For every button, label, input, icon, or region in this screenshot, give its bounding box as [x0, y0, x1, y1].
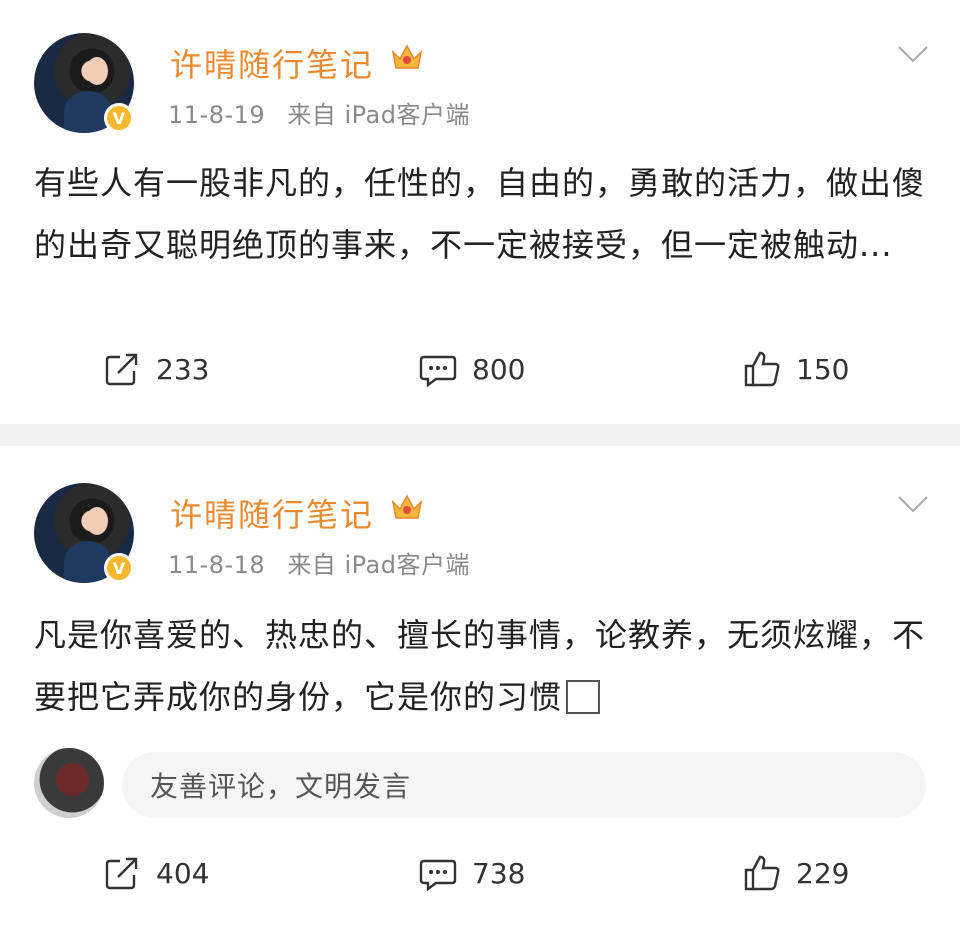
post-source: 来自 iPad客户端 [287, 551, 470, 579]
verified-badge-icon: V [104, 553, 134, 583]
post-meta: 11-8-18 来自 iPad客户端 [168, 545, 470, 580]
repost-button[interactable]: 404 [102, 848, 209, 898]
comment-button[interactable]: 800 [418, 344, 525, 394]
comment-input[interactable]: 友善评论，文明发言 [122, 752, 926, 818]
chevron-down-icon[interactable] [896, 494, 930, 514]
post-text-body: 凡是你喜爱的、热忠的、擅长的事情，论教养，无须炫耀，不要把它弄成你的身份，它是你… [34, 616, 926, 716]
post-source: 来自 iPad客户端 [287, 101, 470, 129]
comment-count: 738 [472, 856, 526, 890]
thumbs-up-icon [744, 351, 780, 387]
comment-icon [419, 859, 457, 892]
post-separator [0, 424, 960, 446]
post-actions: 233 800 150 [0, 344, 960, 394]
current-user-avatar[interactable] [34, 748, 104, 818]
chevron-down-icon[interactable] [896, 44, 930, 64]
post-meta: 11-8-19 来自 iPad客户端 [168, 95, 470, 130]
verified-badge-icon: V [104, 103, 134, 133]
post-text: 有些人有一股非凡的，任性的，自由的，勇敢的活力，做出傻的出奇又聪明绝顶的事来，不… [34, 164, 926, 264]
post-text: 凡是你喜爱的、热忠的、擅长的事情，论教养，无须炫耀，不要把它弄成你的身份，它是你… [34, 604, 934, 728]
post-time: 11-8-18 [168, 551, 266, 579]
crown-icon[interactable] [390, 492, 424, 522]
missing-glyph-icon [566, 680, 601, 714]
repost-count: 404 [156, 856, 210, 890]
repost-icon [105, 353, 138, 386]
like-count: 229 [796, 856, 850, 890]
comment-count: 800 [472, 352, 526, 386]
crown-icon[interactable] [390, 42, 424, 72]
repost-icon [105, 857, 138, 890]
like-button[interactable]: 229 [742, 848, 849, 898]
author-name[interactable]: 许晴随行笔记 [170, 40, 374, 86]
comment-icon [419, 355, 457, 388]
post-actions: 404 738 229 [0, 848, 960, 898]
author-name[interactable]: 许晴随行笔记 [170, 490, 374, 536]
repost-count: 233 [156, 352, 210, 386]
post-time: 11-8-19 [168, 101, 266, 129]
like-button[interactable]: 150 [742, 344, 849, 394]
comment-button[interactable]: 738 [418, 848, 525, 898]
thumbs-up-icon [744, 855, 780, 891]
like-count: 150 [796, 352, 850, 386]
weibo-post: V 许晴随行笔记 11-8-18 来自 iPad客户端 凡是你喜爱的、热忠的、擅… [0, 446, 960, 934]
weibo-post: V 许晴随行笔记 11-8-19 来自 iPad客户端 有些人有一股非凡的，任性… [0, 0, 960, 424]
repost-button[interactable]: 233 [102, 344, 209, 394]
